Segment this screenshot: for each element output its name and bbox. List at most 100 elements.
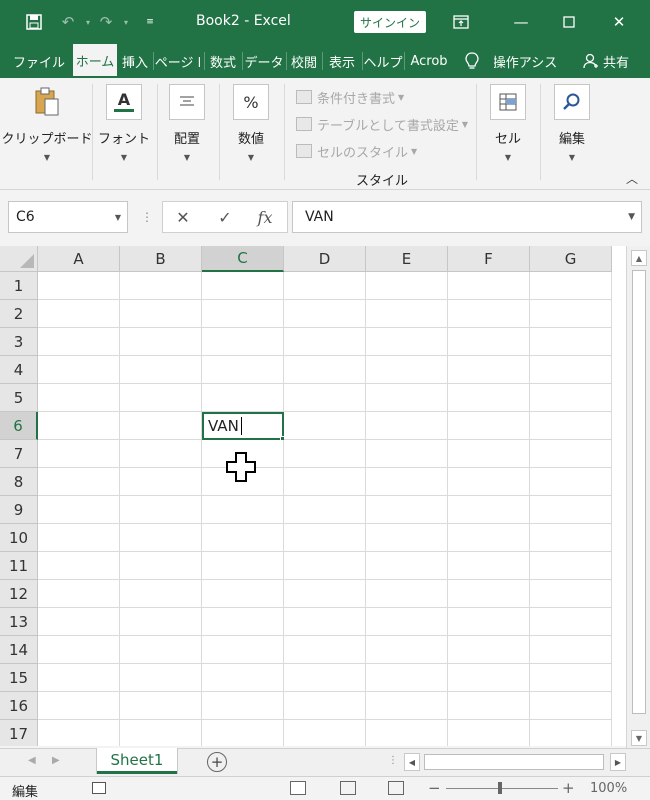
row-header-11[interactable]: 11 [0,552,38,580]
collapse-ribbon-icon[interactable]: ︿ [626,170,638,187]
cell[interactable] [202,300,284,328]
cell[interactable] [530,636,612,664]
redo-icon[interactable]: ↷ [96,12,116,32]
zoom-slider-track[interactable] [446,788,558,789]
row-header-6[interactable]: 6 [0,412,38,440]
cell[interactable] [530,496,612,524]
cell[interactable] [38,496,120,524]
cell[interactable] [448,552,530,580]
cell[interactable] [284,496,366,524]
cell[interactable] [448,468,530,496]
conditional-format-button[interactable]: 条件付き書式 ▼ [296,86,404,108]
ribbon-display-options-icon[interactable] [448,10,474,34]
chevron-down-icon[interactable]: ▼ [115,213,121,222]
cell[interactable] [284,384,366,412]
column-header-c[interactable]: C [202,246,284,272]
cell[interactable] [38,580,120,608]
cell[interactable] [366,412,448,440]
insert-function-icon[interactable]: fx [255,208,275,227]
vertical-scrollbar[interactable]: ▲ ▼ [626,246,650,748]
cell[interactable] [38,384,120,412]
cell[interactable] [284,608,366,636]
tab-view[interactable]: 表示 [323,44,361,78]
cell[interactable] [284,524,366,552]
cell[interactable] [448,496,530,524]
horizontal-scroll-thumb[interactable] [424,754,604,770]
cell[interactable] [366,664,448,692]
cell[interactable] [530,524,612,552]
cell[interactable] [366,552,448,580]
cell[interactable] [38,412,120,440]
cell[interactable] [202,720,284,746]
cell[interactable] [38,356,120,384]
cell[interactable] [448,412,530,440]
cell[interactable] [38,552,120,580]
column-header-a[interactable]: A [38,246,120,272]
row-header-5[interactable]: 5 [0,384,38,412]
cell[interactable] [530,328,612,356]
row-header-3[interactable]: 3 [0,328,38,356]
row-header-9[interactable]: 9 [0,496,38,524]
scroll-right-icon[interactable]: ▶ [610,753,626,771]
next-sheet-icon[interactable]: ▶ [52,755,60,766]
minimize-icon[interactable]: — [508,10,534,34]
tab-review[interactable]: 校閲 [287,44,321,78]
cell[interactable] [448,692,530,720]
zoom-level[interactable]: 100% [590,781,627,796]
cell[interactable] [448,300,530,328]
undo-icon[interactable]: ↶ [58,12,78,32]
column-header-f[interactable]: F [448,246,530,272]
cell[interactable] [366,440,448,468]
cell[interactable] [38,524,120,552]
row-header-13[interactable]: 13 [0,608,38,636]
customize-toolbar-icon[interactable]: ≡ [140,12,160,32]
cell[interactable] [284,664,366,692]
cell[interactable] [202,496,284,524]
enter-check-icon[interactable]: ✓ [215,208,235,227]
cell[interactable] [38,664,120,692]
cell[interactable] [366,720,448,746]
cell[interactable] [448,524,530,552]
cell[interactable] [530,356,612,384]
cell[interactable] [530,720,612,746]
cell[interactable] [284,636,366,664]
tab-file[interactable]: ファイル [8,44,70,78]
cell[interactable] [530,300,612,328]
cell[interactable] [366,272,448,300]
cell[interactable] [366,692,448,720]
cell[interactable] [366,608,448,636]
row-header-17[interactable]: 17 [0,720,38,746]
signin-button[interactable]: サインイン [354,11,426,33]
cell[interactable] [448,608,530,636]
zoom-in-icon[interactable]: + [562,779,575,797]
cell[interactable] [202,384,284,412]
cell[interactable] [284,552,366,580]
cell[interactable] [202,608,284,636]
maximize-icon[interactable] [556,10,582,34]
cell[interactable] [38,300,120,328]
cell[interactable] [530,692,612,720]
normal-view-icon[interactable] [290,781,306,795]
row-header-7[interactable]: 7 [0,440,38,468]
cell[interactable] [530,412,612,440]
number-group-button[interactable]: % 数値 ▼ [226,84,276,162]
row-header-10[interactable]: 10 [0,524,38,552]
cell[interactable] [38,636,120,664]
cell[interactable] [284,440,366,468]
cell[interactable] [284,580,366,608]
cell[interactable] [120,356,202,384]
cell[interactable] [448,720,530,746]
tab-acrobat[interactable]: Acrob [405,44,453,78]
formula-input[interactable]: VAN ▼ [292,201,642,233]
cell[interactable] [120,440,202,468]
cell[interactable] [202,272,284,300]
cell[interactable] [284,356,366,384]
active-cell[interactable]: VAN [202,412,284,440]
horizontal-scrollbar[interactable]: ◀ ▶ [404,753,626,771]
tab-home[interactable]: ホーム [73,44,117,78]
expand-formula-icon[interactable]: ▼ [628,212,635,222]
tab-page-layout[interactable]: ページ l [154,44,202,78]
cell[interactable] [284,412,366,440]
cell[interactable] [448,356,530,384]
row-header-12[interactable]: 12 [0,580,38,608]
